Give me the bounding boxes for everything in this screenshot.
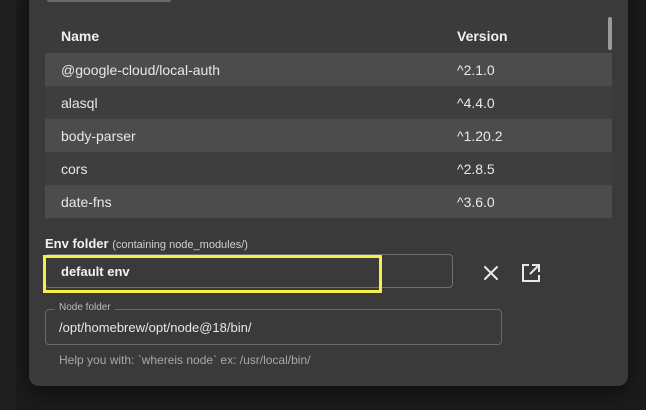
table-row[interactable]: @google-cloud/local-auth ^2.1.0 xyxy=(45,53,612,86)
env-folder-title: Env folder xyxy=(45,236,109,251)
env-folder-value: default env xyxy=(61,264,130,279)
row-version: ^3.6.0 xyxy=(457,194,495,210)
row-name: body-parser xyxy=(61,128,136,144)
table-scrollbar[interactable] xyxy=(608,17,612,50)
row-version: ^1.20.2 xyxy=(457,128,503,144)
node-folder-label: Node folder xyxy=(55,302,115,313)
row-version: ^2.1.0 xyxy=(457,62,495,78)
top-tab-indicator xyxy=(47,0,171,2)
row-version: ^2.8.5 xyxy=(457,161,495,177)
table-row[interactable]: cors ^2.8.5 xyxy=(45,152,612,185)
env-folder-hint: (containing node_modules/) xyxy=(112,239,248,251)
table-row[interactable]: body-parser ^1.20.2 xyxy=(45,119,612,152)
header-name: Name xyxy=(61,28,100,44)
row-version: ^4.4.0 xyxy=(457,95,495,111)
row-name: date-fns xyxy=(61,194,112,210)
sidebar-strip xyxy=(0,0,16,410)
dependencies-table: Name Version @google-cloud/local-auth ^2… xyxy=(45,17,612,218)
header-version: Version xyxy=(457,28,508,44)
table-row[interactable]: alasql ^4.4.0 xyxy=(45,86,612,119)
open-in-new-icon[interactable] xyxy=(518,260,544,286)
table-row[interactable]: date-fns ^3.6.0 xyxy=(45,185,612,218)
close-icon[interactable] xyxy=(478,260,504,286)
env-folder-label: Env folder (containing node_modules/) xyxy=(45,236,248,251)
row-name: alasql xyxy=(61,95,98,111)
table-header: Name Version xyxy=(45,17,612,53)
row-name: cors xyxy=(61,161,88,177)
row-name: @google-cloud/local-auth xyxy=(61,62,220,78)
node-folder-helper: Help you with: `whereis node` ex: /usr/l… xyxy=(59,353,311,367)
node-folder-value: /opt/homebrew/opt/node@18/bin/ xyxy=(59,320,252,335)
